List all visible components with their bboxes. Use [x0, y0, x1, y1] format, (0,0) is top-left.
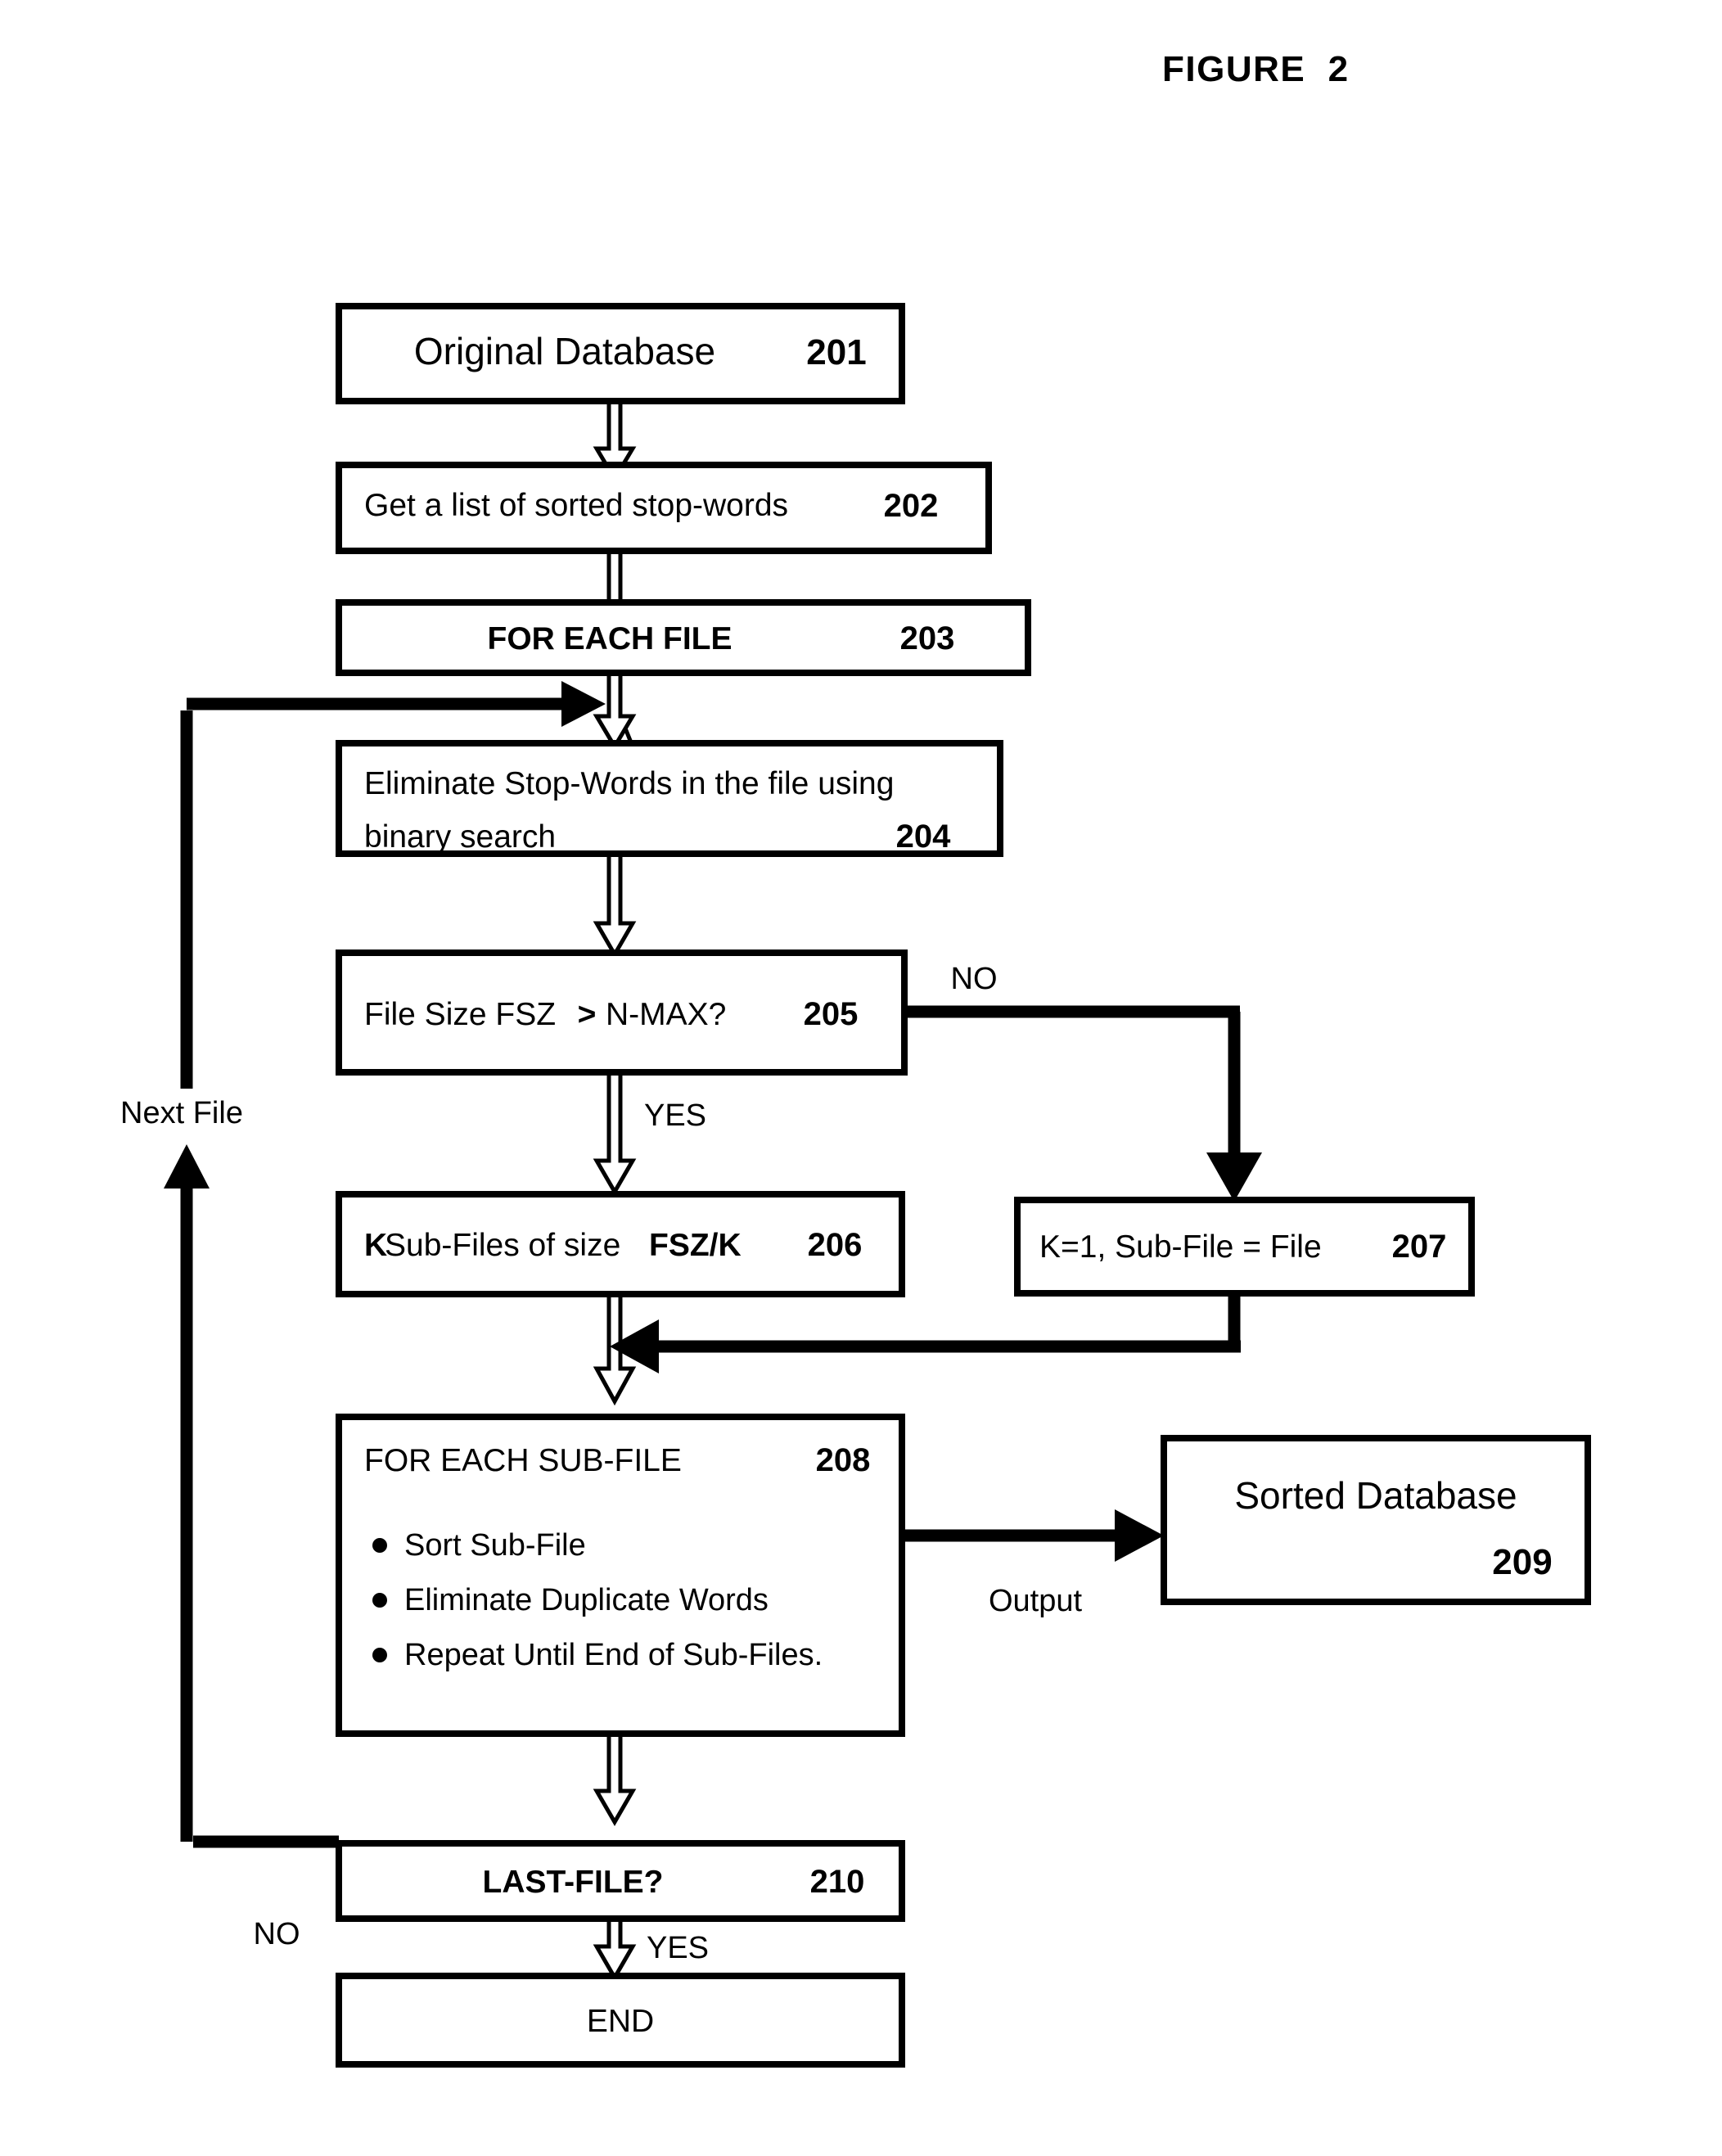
bullet-dot-icon [372, 1593, 387, 1608]
node-202-label: Get a list of sorted stop-words [364, 488, 788, 523]
output-arrow-path [900, 1509, 1164, 1562]
connector-203-204 [593, 670, 637, 751]
node-209-label: Sorted Database [1234, 1474, 1517, 1517]
node-203-for-each-file[interactable]: FOR EACH FILE 203 [336, 599, 1031, 676]
connector-205-206-yes [593, 1070, 637, 1196]
node-206-k: K [364, 1228, 387, 1263]
merge-207-path [610, 1293, 1241, 1373]
edge-label-yes-210: YES [647, 1931, 709, 1965]
node-205-operator: > [578, 997, 597, 1032]
bullet-dot-icon [372, 1648, 387, 1662]
node-end-label: END [587, 2004, 654, 2039]
bullet-dot-icon [372, 1538, 387, 1553]
node-208-bullet-1: Eliminate Duplicate Words [404, 1583, 769, 1617]
node-208-bullet-0: Sort Sub-File [404, 1528, 586, 1563]
node-205-file-size-check[interactable]: File Size FSZ > N-MAX? 205 [336, 949, 908, 1076]
node-204-ref: 204 [896, 819, 951, 855]
node-203-label: FOR EACH FILE [488, 621, 733, 656]
edge-label-yes-205: YES [644, 1098, 706, 1133]
node-204-eliminate-stopwords[interactable]: Eliminate Stop-Words in the file using b… [336, 740, 1003, 857]
node-209-ref: 209 [1492, 1542, 1552, 1582]
connector-208-210 [593, 1731, 637, 1826]
node-202-ref: 202 [884, 488, 939, 524]
node-205-ref: 205 [804, 996, 859, 1032]
node-204-line1: Eliminate Stop-Words in the file using [364, 766, 894, 801]
node-205-label-part1: File Size FSZ [364, 997, 556, 1032]
node-202-get-stopwords[interactable]: Get a list of sorted stop-words 202 [336, 462, 992, 554]
edge-label-no-210: NO [254, 1917, 300, 1951]
node-204-line2: binary search [364, 819, 556, 855]
node-201-original-database[interactable]: Original Database 201 [336, 303, 905, 404]
flowchart-canvas: Original Database 201 Get a list of sort… [120, 303, 1591, 2068]
node-210-ref: 210 [810, 1864, 865, 1900]
node-203-ref: 203 [900, 620, 955, 656]
node-206-ref: 206 [808, 1227, 863, 1263]
node-206-k-subfiles[interactable]: K Sub-Files of size FSZ/K 206 [336, 1191, 905, 1297]
node-206-expr: FSZ/K [649, 1228, 742, 1263]
node-205-label-part2: N-MAX? [606, 997, 726, 1032]
node-209-sorted-database[interactable]: Sorted Database 209 [1161, 1435, 1591, 1605]
node-210-label: LAST-FILE? [483, 1865, 664, 1900]
node-201-ref: 201 [806, 332, 866, 372]
node-210-last-file-check[interactable]: LAST-FILE? 210 [336, 1840, 905, 1922]
node-208-header: FOR EACH SUB-FILE [364, 1443, 682, 1478]
branch-205-no-path [904, 1005, 1262, 1202]
figure-root: FIGURE 2 Original Database 201 Get a lis… [0, 0, 1722, 2156]
node-201-label: Original Database [414, 330, 715, 372]
node-208-bullet-2: Repeat Until End of Sub-Files. [404, 1638, 823, 1672]
node-206-mid: Sub-Files of size [385, 1228, 620, 1263]
node-207-label: K=1, Sub-File = File [1039, 1229, 1322, 1265]
connector-204-205 [593, 851, 637, 958]
node-208-for-each-subfile[interactable]: FOR EACH SUB-FILE 208 Sort Sub-File Elim… [336, 1414, 905, 1737]
edge-label-next-file: Next File [120, 1096, 243, 1130]
node-end[interactable]: END [336, 1973, 905, 2068]
node-207-single-subfile[interactable]: K=1, Sub-File = File 207 [1014, 1197, 1475, 1297]
node-207-ref: 207 [1392, 1229, 1447, 1265]
edge-label-no-205: NO [951, 962, 998, 996]
node-208-ref: 208 [816, 1442, 871, 1478]
edge-label-output: Output [989, 1584, 1083, 1618]
